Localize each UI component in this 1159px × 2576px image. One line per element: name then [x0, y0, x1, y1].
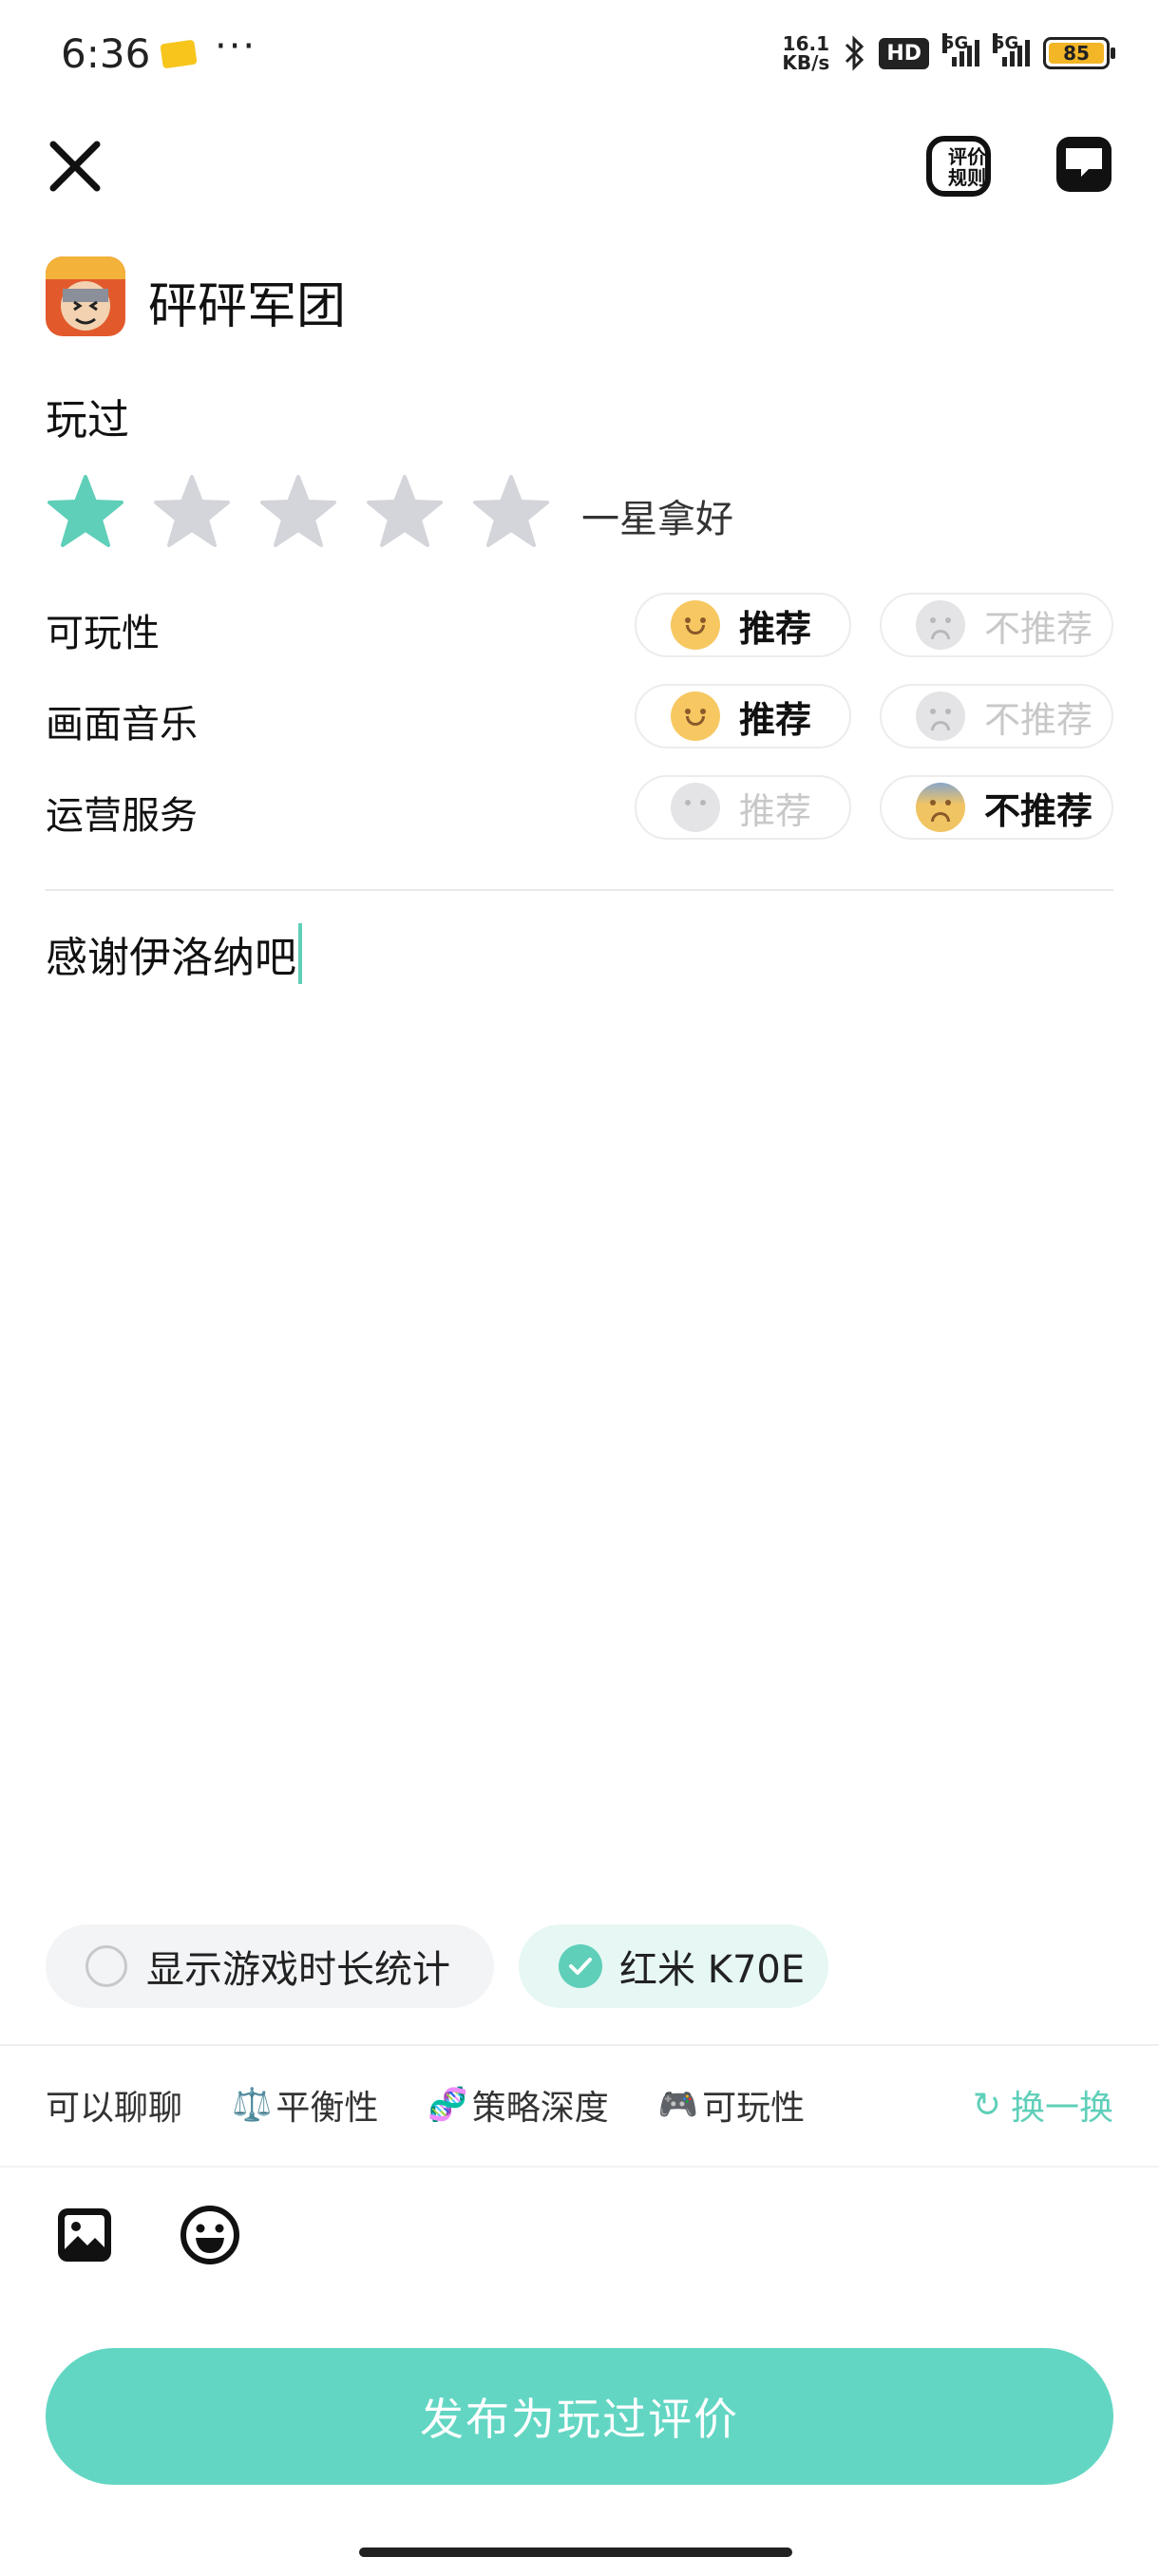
- signal-1-icon: 5G: [942, 33, 979, 66]
- more-notifications-icon: ···: [215, 25, 257, 68]
- rating-row-gameplay: 可玩性 推荐 不推荐: [46, 593, 1113, 661]
- star-icon[interactable]: [258, 471, 338, 551]
- happy-face-icon: [671, 691, 720, 741]
- refresh-icon: ↻: [972, 2085, 1001, 2125]
- bluetooth-icon: [846, 35, 864, 71]
- recommend-button[interactable]: 推荐: [635, 593, 851, 657]
- rating-row-label: 可玩性: [46, 612, 160, 655]
- message-icon[interactable]: [1053, 133, 1115, 196]
- text-cursor: [298, 923, 302, 984]
- review-text-input[interactable]: 感谢伊洛纳吧: [46, 923, 302, 984]
- rating-label: 一星拿好: [581, 498, 733, 541]
- signal-2-icon: 5G: [993, 33, 1030, 66]
- checkmark-icon: [559, 1944, 602, 1988]
- game-title: 砰砰军团: [148, 278, 347, 335]
- star-rating[interactable]: [46, 471, 551, 551]
- refresh-topics-button[interactable]: ↻ 换一换: [973, 2080, 1113, 2130]
- topic-balance[interactable]: ⚖️ 平衡性: [232, 2080, 378, 2130]
- game-icon[interactable]: [46, 256, 125, 336]
- notification-app-icon: [160, 39, 198, 69]
- divider: [46, 889, 1113, 891]
- review-rules-button[interactable]: 评价 规则: [925, 133, 996, 199]
- topic-playability[interactable]: 🎮 可玩性: [658, 2080, 805, 2130]
- topic-chat[interactable]: 可以聊聊: [46, 2080, 182, 2130]
- recommend-button[interactable]: 推荐: [635, 775, 851, 840]
- network-speed: 16.1 KB/s: [782, 32, 830, 74]
- emoji-icon[interactable]: [179, 2204, 241, 2266]
- scales-icon: ⚖️: [232, 2086, 273, 2124]
- rating-row-visuals-music: 画面音乐 推荐 不推荐: [46, 684, 1113, 752]
- recommend-button[interactable]: 推荐: [635, 684, 851, 748]
- rating-row-label: 运营服务: [46, 794, 198, 838]
- divider: [0, 2044, 1159, 2046]
- image-icon[interactable]: [55, 2206, 114, 2264]
- status-time: 6:36: [61, 30, 151, 77]
- sad-face-icon: [916, 600, 965, 650]
- played-section-title: 玩过: [46, 396, 129, 445]
- topic-strategy-depth[interactable]: 🧬 策略深度: [428, 2080, 608, 2130]
- status-indicators: 16.1 KB/s HD 5G 5G 85: [782, 32, 1115, 74]
- topic-suggestions: 可以聊聊 ⚖️ 平衡性 🧬 策略深度 🎮 可玩性: [46, 2080, 854, 2130]
- star-icon[interactable]: [365, 471, 445, 551]
- show-playtime-toggle[interactable]: 显示游戏时长统计: [46, 1924, 494, 2008]
- unchecked-radio-icon: [86, 1945, 127, 1987]
- not-recommend-button[interactable]: 不推荐: [880, 593, 1113, 657]
- neutral-face-icon: [671, 783, 720, 832]
- worried-face-icon: [916, 783, 965, 832]
- hd-voice-badge: HD: [879, 37, 929, 69]
- star-icon[interactable]: [471, 471, 551, 551]
- home-indicator[interactable]: [359, 2548, 792, 2557]
- rating-row-operations: 运营服务 推荐 不推荐: [46, 775, 1113, 843]
- star-icon[interactable]: [46, 471, 125, 551]
- gamepad-icon: 🎮: [657, 2086, 699, 2124]
- star-icon[interactable]: [152, 471, 232, 551]
- dna-icon: 🧬: [428, 2086, 468, 2124]
- not-recommend-button[interactable]: 不推荐: [880, 684, 1113, 748]
- publish-button[interactable]: 发布为玩过评价: [46, 2348, 1113, 2485]
- rating-row-label: 画面音乐: [46, 703, 198, 747]
- divider: [0, 2166, 1159, 2168]
- not-recommend-button[interactable]: 不推荐: [880, 775, 1113, 840]
- device-toggle[interactable]: 红米 K70E: [519, 1924, 828, 2008]
- happy-face-icon: [671, 600, 720, 650]
- close-icon[interactable]: [42, 133, 108, 199]
- sad-face-icon: [916, 691, 965, 741]
- battery-icon: 85: [1043, 37, 1115, 69]
